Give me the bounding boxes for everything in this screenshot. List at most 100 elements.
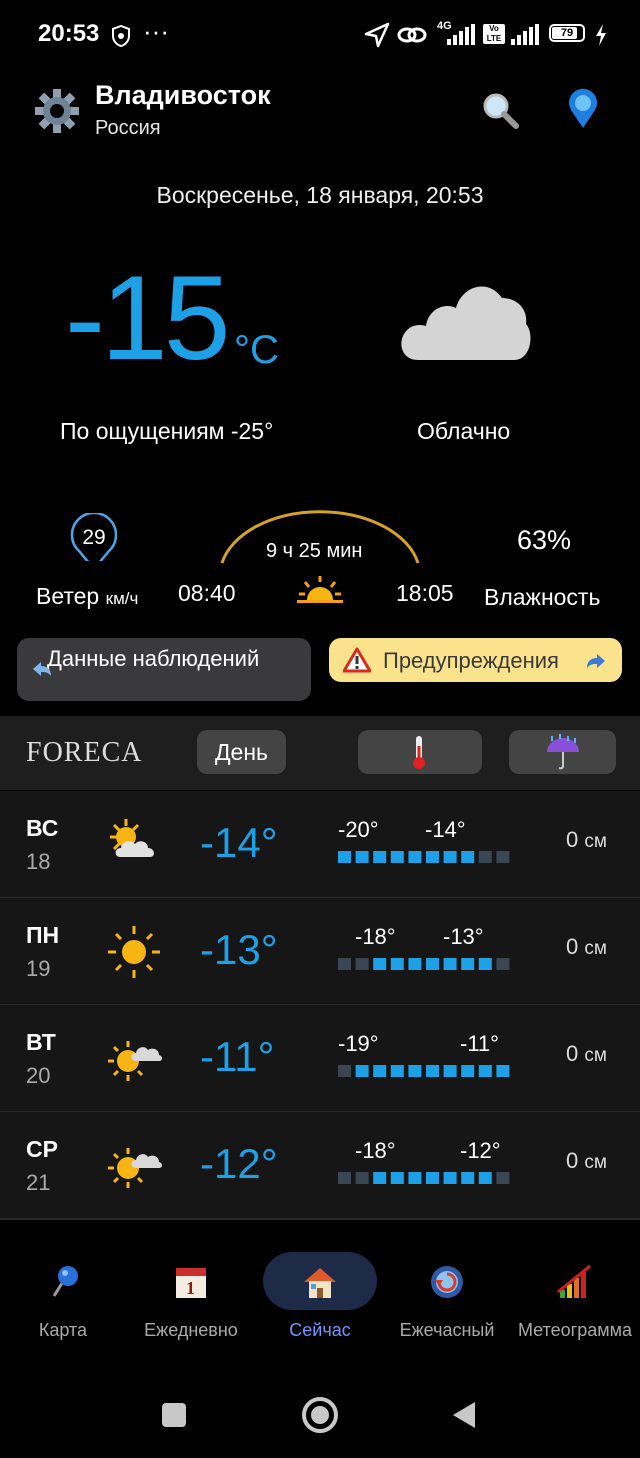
back-arrow-icon <box>33 662 51 676</box>
home-icon[interactable] <box>300 1262 340 1302</box>
bar-segment <box>390 1172 404 1184</box>
condition-text: Облачно <box>417 418 511 444</box>
forecast-precip: 0 см <box>566 1041 607 1066</box>
forecast-temp: -13° <box>200 926 278 973</box>
day-length: 9 ч 25 мин <box>266 540 363 562</box>
bar-segment <box>373 1172 387 1184</box>
partly-cloudy-icon <box>110 819 154 857</box>
current-temperature: -15 <box>65 251 230 385</box>
forward-arrow-icon <box>587 654 605 668</box>
forecast-day-number: 18 <box>26 849 51 874</box>
bar-segment <box>478 1172 492 1184</box>
forecast-row[interactable]: СР 21 -12° -18° -12° 0 см <box>0 1112 640 1220</box>
bar-segment <box>496 1065 510 1077</box>
wind-speed: 29 <box>82 526 106 549</box>
warnings-button[interactable]: Предупреждения <box>329 638 622 682</box>
status-time: 20:53 <box>38 20 100 47</box>
shield-icon <box>112 24 130 48</box>
forecast-row[interactable]: ВТ 20 -11° -19° -11° 0 см <box>0 1005 640 1113</box>
bar-segment <box>461 958 475 970</box>
recents-button[interactable] <box>162 1403 186 1427</box>
bar-segment <box>373 851 387 863</box>
gear-icon[interactable] <box>34 88 80 134</box>
nav-map[interactable]: Карта <box>20 1320 106 1341</box>
back-button[interactable] <box>451 1400 477 1430</box>
forecast-temp: -14° <box>200 819 278 866</box>
battery-level: 79 <box>560 27 574 39</box>
bar-segment <box>443 958 457 970</box>
bar-segment <box>426 851 439 863</box>
link-icon <box>397 27 427 43</box>
bar-segment <box>408 1065 422 1077</box>
bar-segment <box>496 958 510 970</box>
bar-segment <box>426 958 439 970</box>
bar-segment <box>461 851 475 863</box>
temperature-range-bar <box>338 851 510 863</box>
forecast-day-name: ВТ <box>26 1029 56 1055</box>
bar-segment <box>338 1172 351 1184</box>
bar-segment <box>461 1172 475 1184</box>
observations-label: Данные наблюдений <box>47 646 260 671</box>
sunset-time: 18:05 <box>396 580 454 606</box>
forecast-day-number: 19 <box>26 956 51 981</box>
bar-segment <box>408 958 422 970</box>
more-dots-icon: ··· <box>143 16 169 46</box>
wind-unit: км/ч <box>105 589 139 608</box>
humidity-label: Влажность <box>484 584 601 610</box>
forecast-low: -18° <box>355 924 396 949</box>
foreca-logo: FORECA <box>26 737 143 768</box>
bar-segment <box>355 958 369 970</box>
svg-text:1: 1 <box>186 1278 195 1298</box>
warnings-label: Предупреждения <box>383 648 559 673</box>
forecast-low: -20° <box>338 817 379 842</box>
precipitation-tab-button[interactable] <box>509 730 616 774</box>
battery-icon: 79 <box>549 24 585 42</box>
temperature-range-bar <box>338 1172 510 1184</box>
location-pin-icon[interactable] <box>566 88 600 130</box>
home-button[interactable] <box>301 1396 339 1434</box>
nav-daily[interactable]: Ежедневно <box>136 1320 246 1341</box>
temperature-range-bar <box>338 1065 510 1077</box>
bar-segment <box>478 958 492 970</box>
bar-segment <box>373 958 387 970</box>
forecast-precip: 0 см <box>566 934 607 959</box>
forecast-day-name: СР <box>26 1136 58 1162</box>
forecast-row[interactable]: ВС 18 -14° -20° -14° 0 см <box>0 791 640 899</box>
forecast-temp: -12° <box>200 1140 278 1187</box>
nav-now[interactable]: Сейчас <box>263 1320 377 1341</box>
bar-segment <box>355 1065 369 1077</box>
bar-segment <box>443 1065 457 1077</box>
clock-arrow-icon[interactable] <box>427 1262 467 1302</box>
observations-button[interactable]: Данные наблюдений <box>17 638 311 701</box>
bar-segment <box>338 1065 351 1077</box>
country-name: Россия <box>95 117 161 139</box>
temperature-unit: °C <box>234 328 279 372</box>
bar-segment <box>390 958 404 970</box>
map-pin-icon[interactable] <box>44 1262 84 1302</box>
nav-meteogram[interactable]: Метеограмма <box>511 1320 639 1341</box>
forecast-precip: 0 см <box>566 827 607 852</box>
bar-segment <box>390 1065 404 1077</box>
forecast-precip: 0 см <box>566 1148 607 1173</box>
temperature-tab-button[interactable] <box>358 730 482 774</box>
forecast-day-name: ПН <box>26 922 60 948</box>
signal-icon-2 <box>511 24 539 45</box>
temperature-range-bar <box>338 958 510 970</box>
bar-segment <box>478 851 492 863</box>
search-icon[interactable] <box>480 90 520 130</box>
sunset-icon <box>297 576 343 603</box>
bar-segment <box>443 851 457 863</box>
forecast-day-name: ВС <box>26 815 59 841</box>
forecast-row[interactable]: ПН 19 -13° -18° -13° 0 см <box>0 898 640 1006</box>
bar-segment <box>461 1065 475 1077</box>
feels-like: По ощущениям -25° <box>60 418 274 444</box>
forecast-temp: -11° <box>200 1033 275 1080</box>
graph-icon[interactable] <box>554 1262 594 1302</box>
calendar-icon[interactable]: 1 <box>172 1262 212 1302</box>
day-tab-button[interactable]: День <box>197 730 286 774</box>
city-name[interactable]: Владивосток <box>95 80 271 111</box>
nav-hourly[interactable]: Ежечасный <box>392 1320 502 1341</box>
sun-cloud-icon <box>108 1041 162 1081</box>
wind-label: Ветер км/ч <box>36 583 139 609</box>
current-datetime: Воскресенье, 18 января, 20:53 <box>156 182 484 208</box>
